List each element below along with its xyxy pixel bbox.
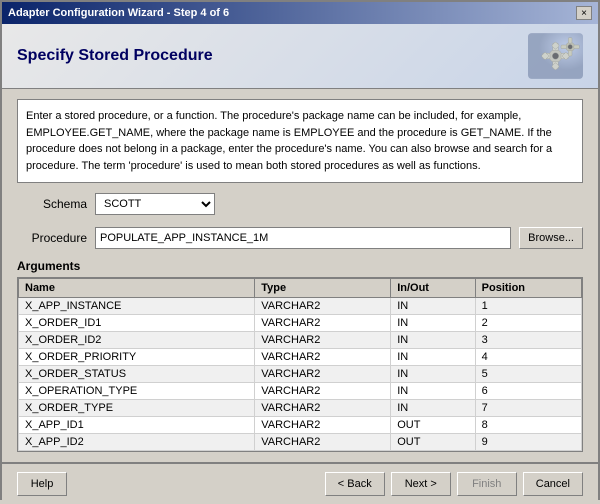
gear-icon: [528, 31, 583, 81]
schema-select[interactable]: SCOTT: [95, 193, 215, 215]
browse-button[interactable]: Browse...: [519, 227, 583, 249]
cell-position: 7: [475, 400, 581, 417]
table-row: X_APP_ID1VARCHAR2OUT8: [19, 417, 582, 434]
cell-inout: IN: [391, 349, 475, 366]
help-button[interactable]: Help: [17, 472, 67, 496]
cell-position: 6: [475, 383, 581, 400]
arguments-table: Name Type In/Out Position X_APP_INSTANCE…: [18, 278, 582, 451]
arguments-section: Arguments Name Type In/Out Position: [17, 259, 583, 452]
cell-name: X_APP_INSTANCE: [19, 298, 255, 315]
cell-inout: IN: [391, 298, 475, 315]
cell-position: 9: [475, 434, 581, 451]
table-row: X_APP_ID2VARCHAR2OUT9: [19, 434, 582, 451]
col-header-inout: In/Out: [391, 279, 475, 298]
table-row: X_ORDER_ID2VARCHAR2IN3: [19, 332, 582, 349]
cell-inout: IN: [391, 400, 475, 417]
description-text: Enter a stored procedure, or a function.…: [17, 99, 583, 183]
cell-name: X_ORDER_ID2: [19, 332, 255, 349]
cell-type: VARCHAR2: [255, 383, 391, 400]
schema-label: Schema: [17, 197, 87, 211]
back-button[interactable]: < Back: [325, 472, 385, 496]
col-header-position: Position: [475, 279, 581, 298]
cell-inout: IN: [391, 383, 475, 400]
cell-inout: IN: [391, 366, 475, 383]
wizard-window: Adapter Configuration Wizard - Step 4 of…: [0, 0, 600, 500]
cell-name: X_ORDER_TYPE: [19, 400, 255, 417]
table-row: X_ORDER_ID1VARCHAR2IN2: [19, 315, 582, 332]
close-button[interactable]: ×: [576, 6, 592, 20]
content-area: Specify Stored Procedure: [2, 24, 598, 504]
cell-position: 1: [475, 298, 581, 315]
cell-type: VARCHAR2: [255, 332, 391, 349]
cell-position: 5: [475, 366, 581, 383]
window-title: Adapter Configuration Wizard - Step 4 of…: [8, 7, 229, 19]
cell-inout: IN: [391, 315, 475, 332]
footer-left: Help: [17, 472, 67, 496]
col-header-type: Type: [255, 279, 391, 298]
cell-type: VARCHAR2: [255, 434, 391, 451]
table-row: X_ORDER_PRIORITYVARCHAR2IN4: [19, 349, 582, 366]
cancel-button[interactable]: Cancel: [523, 472, 583, 496]
table-row: X_ORDER_STATUSVARCHAR2IN5: [19, 366, 582, 383]
cell-type: VARCHAR2: [255, 349, 391, 366]
title-bar: Adapter Configuration Wizard - Step 4 of…: [2, 2, 598, 24]
cell-position: 4: [475, 349, 581, 366]
cell-name: X_APP_ID2: [19, 434, 255, 451]
cell-position: 2: [475, 315, 581, 332]
col-header-name: Name: [19, 279, 255, 298]
cell-name: X_ORDER_ID1: [19, 315, 255, 332]
cell-name: X_ORDER_STATUS: [19, 366, 255, 383]
schema-row: Schema SCOTT: [17, 193, 583, 215]
cell-position: 8: [475, 417, 581, 434]
cell-inout: OUT: [391, 434, 475, 451]
procedure-input[interactable]: [95, 227, 511, 249]
wizard-header: Specify Stored Procedure: [2, 24, 598, 89]
cell-position: 3: [475, 332, 581, 349]
cell-name: X_ORDER_PRIORITY: [19, 349, 255, 366]
cell-type: VARCHAR2: [255, 298, 391, 315]
cell-inout: IN: [391, 332, 475, 349]
cell-inout: OUT: [391, 417, 475, 434]
table-row: X_APP_INSTANCEVARCHAR2IN1: [19, 298, 582, 315]
cell-name: X_APP_ID1: [19, 417, 255, 434]
cell-type: VARCHAR2: [255, 315, 391, 332]
cell-name: X_OPERATION_TYPE: [19, 383, 255, 400]
cell-type: VARCHAR2: [255, 366, 391, 383]
footer-right: < Back Next > Finish Cancel: [325, 472, 583, 496]
page-title: Specify Stored Procedure: [17, 47, 213, 65]
arguments-tbody: X_APP_INSTANCEVARCHAR2IN1X_ORDER_ID1VARC…: [19, 298, 582, 451]
procedure-label: Procedure: [17, 231, 87, 245]
arguments-label: Arguments: [17, 259, 583, 273]
finish-button[interactable]: Finish: [457, 472, 517, 496]
table-header-row: Name Type In/Out Position: [19, 279, 582, 298]
cell-type: VARCHAR2: [255, 417, 391, 434]
main-content: Enter a stored procedure, or a function.…: [2, 89, 598, 462]
table-row: X_ORDER_TYPEVARCHAR2IN7: [19, 400, 582, 417]
cell-type: VARCHAR2: [255, 400, 391, 417]
next-button[interactable]: Next >: [391, 472, 451, 496]
arguments-table-container: Name Type In/Out Position X_APP_INSTANCE…: [17, 277, 583, 452]
table-row: X_OPERATION_TYPEVARCHAR2IN6: [19, 383, 582, 400]
wizard-footer: Help < Back Next > Finish Cancel: [2, 463, 598, 504]
procedure-row: Procedure Browse...: [17, 227, 583, 249]
